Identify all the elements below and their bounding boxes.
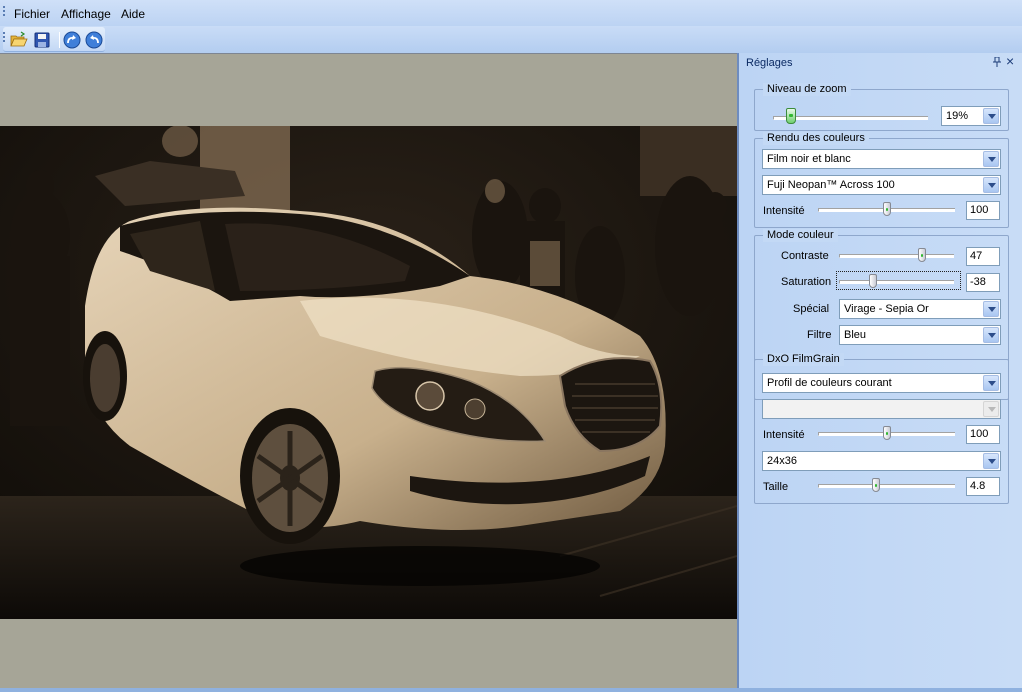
menu-fichier[interactable]: Fichier: [14, 7, 50, 21]
color-rendering-legend: Rendu des couleurs: [763, 132, 869, 145]
menu-bar: Fichier Affichage Aide: [0, 0, 1022, 26]
zoom-slider-thumb[interactable]: [786, 108, 796, 124]
menu-grip[interactable]: [3, 6, 5, 18]
filmgrain-group: DxO FilmGrain Profil de couleurs courant…: [754, 353, 1009, 504]
saturation-thumb[interactable]: [869, 274, 877, 288]
rendering-intensity-thumb[interactable]: [883, 202, 891, 216]
chevron-down-icon[interactable]: [983, 151, 999, 167]
zoom-value: 19%: [946, 110, 969, 122]
saturation-track[interactable]: [839, 280, 954, 284]
zoom-group: Niveau de zoom 19%: [754, 83, 1009, 131]
chevron-down-icon[interactable]: [983, 301, 999, 317]
grain-disabled-select: [762, 399, 1001, 419]
close-icon[interactable]: ×: [1006, 54, 1014, 68]
film-select[interactable]: Fuji Neopan™ Across 100: [762, 175, 1001, 195]
filter-value: Bleu: [844, 329, 867, 341]
zoom-slider-track[interactable]: [773, 116, 928, 120]
rendering-intensity-label: Intensité: [763, 205, 805, 217]
image-viewport[interactable]: [0, 53, 737, 692]
grain-profile-value: Profil de couleurs courant: [767, 377, 892, 389]
menu-aide[interactable]: Aide: [121, 7, 145, 21]
chevron-down-icon: [983, 401, 999, 417]
car-photo-illustration: [0, 126, 737, 619]
special-label: Spécial: [793, 303, 830, 315]
saturation-label: Saturation: [781, 276, 832, 288]
chevron-down-icon[interactable]: [983, 375, 999, 391]
undo-icon[interactable]: [85, 31, 103, 49]
contrast-track[interactable]: [839, 254, 954, 258]
grain-intensity-input[interactable]: 100: [966, 425, 1000, 444]
rendering-category-select[interactable]: Film noir et blanc: [762, 149, 1001, 169]
settings-panel: Réglages × Niveau de zoom 19% Rendu des …: [737, 53, 1022, 692]
panel-title: Réglages: [746, 57, 793, 69]
color-rendering-group: Rendu des couleurs Film noir et blanc Fu…: [754, 132, 1009, 228]
filmgrain-legend: DxO FilmGrain: [763, 353, 844, 366]
open-folder-icon[interactable]: [10, 31, 28, 49]
grain-size-thumb[interactable]: [872, 478, 880, 492]
color-mode-legend: Mode couleur: [763, 229, 838, 242]
toolbar: [0, 26, 1022, 53]
redo-icon[interactable]: [63, 31, 81, 49]
toolbar-strip: [3, 27, 105, 52]
menu-affichage[interactable]: Affichage: [61, 7, 111, 21]
filter-select[interactable]: Bleu: [839, 325, 1001, 345]
rendering-intensity-input[interactable]: 100: [966, 201, 1000, 220]
save-icon[interactable]: [33, 31, 51, 49]
grain-size-input[interactable]: 4.8: [966, 477, 1000, 496]
grain-profile-select[interactable]: Profil de couleurs courant: [762, 373, 1001, 393]
filter-label: Filtre: [807, 329, 832, 341]
toolbar-grip[interactable]: [3, 32, 5, 44]
chevron-down-icon[interactable]: [983, 177, 999, 193]
special-value: Virage - Sepia Or: [844, 303, 929, 315]
chevron-down-icon[interactable]: [983, 453, 999, 469]
chevron-down-icon[interactable]: [983, 327, 999, 343]
film-value: Fuji Neopan™ Across 100: [767, 179, 895, 191]
grain-format-value: 24x36: [767, 455, 797, 467]
grain-size-track[interactable]: [818, 484, 955, 488]
special-select[interactable]: Virage - Sepia Or: [839, 299, 1001, 319]
contrast-thumb[interactable]: [918, 248, 926, 262]
toolbar-separator: [59, 32, 60, 48]
window-bottom-border: [0, 688, 1022, 692]
rendering-category-value: Film noir et blanc: [767, 153, 851, 165]
zoom-select[interactable]: 19%: [941, 106, 1001, 126]
grain-intensity-label: Intensité: [763, 429, 805, 441]
grain-size-label: Taille: [763, 481, 789, 493]
preview-photo[interactable]: [0, 126, 737, 619]
pin-icon[interactable]: [993, 56, 1001, 67]
grain-intensity-thumb[interactable]: [883, 426, 891, 440]
chevron-down-icon[interactable]: [983, 108, 999, 124]
contrast-input[interactable]: 47: [966, 247, 1000, 266]
saturation-input[interactable]: -38: [966, 273, 1000, 292]
zoom-legend: Niveau de zoom: [763, 83, 851, 96]
grain-format-select[interactable]: 24x36: [762, 451, 1001, 471]
contrast-label: Contraste: [781, 250, 829, 262]
